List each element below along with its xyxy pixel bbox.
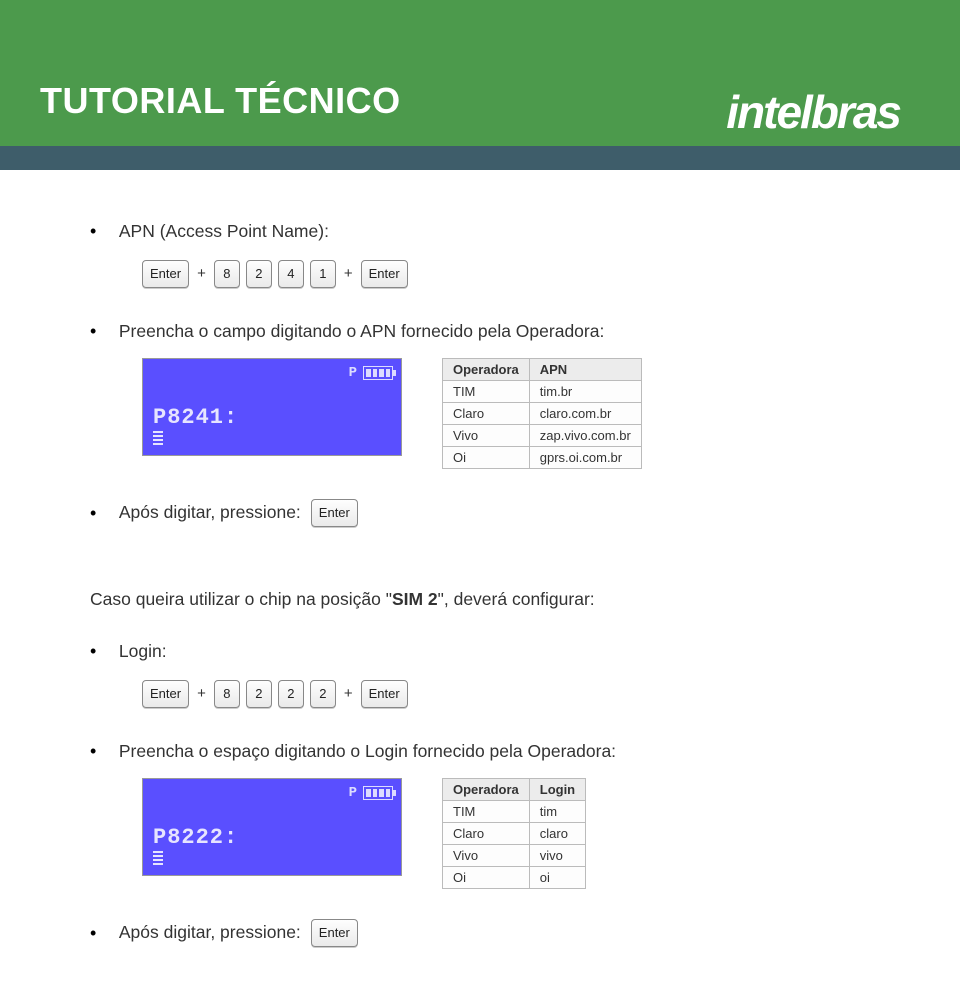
header-stripe xyxy=(0,146,960,170)
apn-key-sequence: Enter + 8 2 4 1 + Enter xyxy=(142,260,870,288)
cell: tim.br xyxy=(529,380,641,402)
table-row: TIMtim xyxy=(443,800,586,822)
key-8: 8 xyxy=(214,260,240,288)
cell: Claro xyxy=(443,402,530,424)
table-row: TIMtim.br xyxy=(443,380,642,402)
lcd-display-login: P P8222: xyxy=(142,778,402,876)
key-2: 2 xyxy=(246,680,272,708)
after-type-label: Após digitar, pressione: xyxy=(119,502,301,523)
bullet-login: Login: xyxy=(90,640,870,662)
login-table: Operadora Login TIMtim Claroclaro Vivovi… xyxy=(442,778,586,889)
key-2: 2 xyxy=(310,680,336,708)
key-1: 1 xyxy=(310,260,336,288)
cell: Oi xyxy=(443,866,530,888)
cell: TIM xyxy=(443,800,530,822)
page-header: TUTORIAL TÉCNICO intelbras xyxy=(0,0,960,170)
cell: zap.vivo.com.br xyxy=(529,424,641,446)
bullet-apn-fill: Preencha o campo digitando o APN forneci… xyxy=(90,320,870,342)
after-type-label-2: Após digitar, pressione: xyxy=(119,922,301,943)
lcd-p-label: P xyxy=(349,785,357,801)
key-4: 4 xyxy=(278,260,304,288)
bullet-login-fill-label: Preencha o espaço digitando o Login forn… xyxy=(119,741,616,761)
lcd-code: P8241: xyxy=(153,405,238,430)
key-enter: Enter xyxy=(142,680,189,708)
lcd-p-label: P xyxy=(349,365,357,381)
lcd-code: P8222: xyxy=(153,825,238,850)
cell: Vivo xyxy=(443,844,530,866)
bullet-login-fill: Preencha o espaço digitando o Login forn… xyxy=(90,740,870,762)
plus-icon: + xyxy=(195,265,208,282)
login-th-login: Login xyxy=(529,778,585,800)
cell: Claro xyxy=(443,822,530,844)
sim2-paragraph: Caso queira utilizar o chip na posição "… xyxy=(90,589,870,610)
login-key-sequence: Enter + 8 2 2 2 + Enter xyxy=(142,680,870,708)
document-body: APN (Access Point Name): Enter + 8 2 4 1… xyxy=(0,170,960,983)
apn-table: Operadora APN TIMtim.br Claroclaro.com.b… xyxy=(442,358,642,469)
lcd-cursor-icon xyxy=(153,431,163,447)
login-panel-row: P P8222: Operadora Login TIMtim Clarocla… xyxy=(142,778,870,889)
plus-icon: + xyxy=(342,265,355,282)
apn-th-apn: APN xyxy=(529,358,641,380)
table-row: Claroclaro.com.br xyxy=(443,402,642,424)
bullet-apn-fill-label: Preencha o campo digitando o APN forneci… xyxy=(119,321,604,341)
cell: oi xyxy=(529,866,585,888)
plus-icon: + xyxy=(195,685,208,702)
key-8: 8 xyxy=(214,680,240,708)
battery-icon xyxy=(363,366,393,380)
cell: tim xyxy=(529,800,585,822)
key-enter: Enter xyxy=(142,260,189,288)
battery-icon xyxy=(363,786,393,800)
cell: vivo xyxy=(529,844,585,866)
cell: Vivo xyxy=(443,424,530,446)
key-enter: Enter xyxy=(311,499,358,527)
cell: Oi xyxy=(443,446,530,468)
sim2-post: ", deverá configurar: xyxy=(438,589,595,609)
cell: gprs.oi.com.br xyxy=(529,446,641,468)
brand-logo: intelbras xyxy=(726,85,900,139)
cell: claro xyxy=(529,822,585,844)
bullet-apn-label: APN (Access Point Name): xyxy=(119,221,329,241)
lcd-cursor-icon xyxy=(153,851,163,867)
bullet-after-type-apn: Após digitar, pressione: Enter xyxy=(90,499,870,527)
bullet-apn: APN (Access Point Name): xyxy=(90,220,870,242)
key-2: 2 xyxy=(246,260,272,288)
table-row: Vivovivo xyxy=(443,844,586,866)
table-row: Vivozap.vivo.com.br xyxy=(443,424,642,446)
cell: TIM xyxy=(443,380,530,402)
apn-panel-row: P P8241: Operadora APN TIMtim.br Clarocl… xyxy=(142,358,870,469)
cell: claro.com.br xyxy=(529,402,641,424)
apn-th-operadora: Operadora xyxy=(443,358,530,380)
sim2-pre: Caso queira utilizar o chip na posição " xyxy=(90,589,392,609)
key-enter: Enter xyxy=(311,919,358,947)
key-enter: Enter xyxy=(361,680,408,708)
lcd-display-apn: P P8241: xyxy=(142,358,402,456)
table-row: Oigprs.oi.com.br xyxy=(443,446,642,468)
sim2-bold: SIM 2 xyxy=(392,589,438,609)
bullet-after-type-login: Após digitar, pressione: Enter xyxy=(90,919,870,947)
table-row: Oioi xyxy=(443,866,586,888)
key-enter: Enter xyxy=(361,260,408,288)
key-2: 2 xyxy=(278,680,304,708)
plus-icon: + xyxy=(342,685,355,702)
header-title: TUTORIAL TÉCNICO xyxy=(40,80,401,122)
login-th-operadora: Operadora xyxy=(443,778,530,800)
bullet-login-label: Login: xyxy=(119,641,167,661)
table-row: Claroclaro xyxy=(443,822,586,844)
